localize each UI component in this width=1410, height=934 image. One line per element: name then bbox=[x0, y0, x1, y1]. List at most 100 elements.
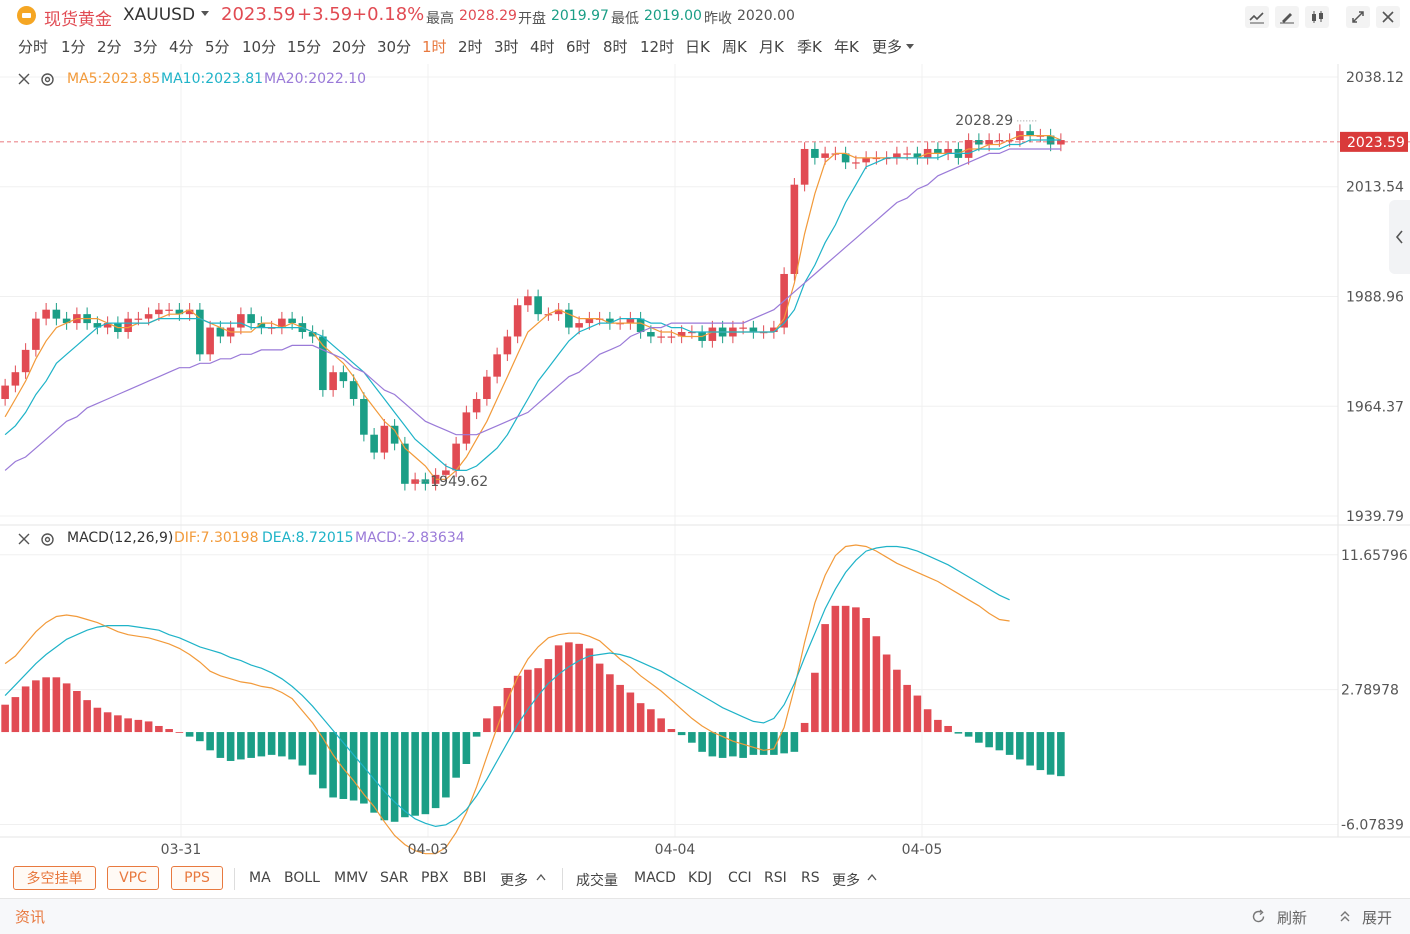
timeframe-quarter[interactable]: 季K bbox=[797, 36, 822, 57]
news-tab[interactable]: 资讯 bbox=[15, 906, 45, 927]
x-axis-label: 04-04 bbox=[655, 842, 696, 858]
candle-body bbox=[1057, 140, 1065, 145]
candle-body bbox=[42, 309, 50, 319]
vpc-button[interactable]: VPC bbox=[107, 866, 159, 890]
candle-body bbox=[1026, 131, 1034, 136]
dea-label: DEA:8.72015 bbox=[262, 530, 354, 546]
expand-button[interactable]: 展开 bbox=[1362, 907, 1392, 928]
timeframe-5m[interactable]: 5分 bbox=[205, 36, 230, 57]
sub-ind-kdj[interactable]: KDJ bbox=[688, 870, 712, 886]
ind-boll[interactable]: BOLL bbox=[284, 870, 320, 886]
candle-body bbox=[339, 372, 348, 382]
macd-bar bbox=[483, 718, 491, 733]
candle-body bbox=[811, 148, 819, 158]
timeframe-20m[interactable]: 20分 bbox=[332, 36, 366, 57]
timeframe-week[interactable]: 周K bbox=[722, 36, 747, 57]
sub-ind-volume[interactable]: 成交量 bbox=[576, 870, 618, 890]
candle-body bbox=[1, 385, 9, 399]
macd-bar bbox=[93, 707, 102, 733]
ind-ma[interactable]: MA bbox=[249, 870, 271, 886]
candle-body bbox=[124, 318, 132, 333]
macd-bar bbox=[288, 732, 296, 760]
refresh-button[interactable]: 刷新 bbox=[1277, 907, 1307, 928]
ind-bbi[interactable]: BBI bbox=[463, 870, 486, 886]
timeframe-8h[interactable]: 8时 bbox=[603, 36, 628, 57]
candle-body bbox=[503, 336, 512, 355]
candle-body bbox=[483, 376, 491, 399]
timeframe-day[interactable]: 日K bbox=[685, 36, 710, 57]
chevron-down-icon[interactable] bbox=[201, 11, 209, 16]
high-value: 2028.29 bbox=[459, 8, 517, 24]
timeframe-30m[interactable]: 30分 bbox=[377, 36, 411, 57]
pps-button[interactable]: PPS bbox=[171, 866, 223, 890]
candle-body bbox=[411, 479, 419, 484]
macd-bar bbox=[913, 695, 922, 733]
timeframe-year[interactable]: 年K bbox=[834, 36, 859, 57]
ma-line-ma10 bbox=[4, 139, 1061, 471]
timeframe-2h[interactable]: 2时 bbox=[458, 36, 483, 57]
settings-gear-icon[interactable] bbox=[40, 532, 55, 547]
macd-bar bbox=[155, 725, 163, 733]
ind-sar[interactable]: SAR bbox=[380, 870, 408, 886]
sub-ind-rs[interactable]: RS bbox=[801, 870, 820, 886]
close-indicator-icon[interactable] bbox=[17, 72, 31, 86]
timeframe-15m[interactable]: 15分 bbox=[287, 36, 321, 57]
candle-body bbox=[534, 296, 542, 315]
fullscreen-icon[interactable] bbox=[1346, 6, 1370, 28]
kline-chart[interactable]: 2038.12 2013.54 1988.96 1964.37 1939.79 2023.… bbox=[0, 64, 1410, 858]
macd-bar bbox=[32, 680, 40, 733]
timeframe-6h[interactable]: 6时 bbox=[566, 36, 591, 57]
candle-body bbox=[144, 314, 153, 319]
more-main-ind[interactable]: 更多 bbox=[500, 870, 528, 890]
timeframe-10m[interactable]: 10分 bbox=[242, 36, 276, 57]
ma5-label: MA5:2023.85 bbox=[67, 71, 161, 87]
more-sub-ind[interactable]: 更多 bbox=[832, 870, 860, 890]
timeframe-3h[interactable]: 3时 bbox=[494, 36, 519, 57]
x-axis-label: 04-05 bbox=[902, 842, 943, 858]
timeframe-more[interactable]: 更多 bbox=[872, 36, 902, 57]
sub-ind-rsi[interactable]: RSI bbox=[764, 870, 787, 886]
timeframe-month[interactable]: 月K bbox=[759, 36, 784, 57]
timeframe-2m[interactable]: 2分 bbox=[97, 36, 122, 57]
macd-bar bbox=[1036, 732, 1045, 771]
symbol-name[interactable]: 现货黄金 bbox=[44, 5, 112, 30]
macd-bar bbox=[831, 605, 840, 733]
macd-bar bbox=[1005, 732, 1014, 755]
timeframe-4h[interactable]: 4时 bbox=[530, 36, 555, 57]
macd-bar bbox=[185, 732, 194, 737]
sub-ind-macd[interactable]: MACD bbox=[634, 870, 676, 886]
timeframe-1m[interactable]: 1分 bbox=[61, 36, 86, 57]
macd-bar bbox=[626, 692, 635, 733]
timeframe-4m[interactable]: 4分 bbox=[169, 36, 194, 57]
side-panel-toggle[interactable] bbox=[1389, 200, 1410, 274]
macd-bar bbox=[216, 732, 225, 758]
settings-gear-icon[interactable] bbox=[40, 72, 55, 87]
draw-pen-icon[interactable] bbox=[1275, 6, 1299, 28]
macd-bar bbox=[257, 732, 266, 757]
candle-body bbox=[155, 309, 163, 315]
macd-bar bbox=[811, 672, 819, 733]
candle-style-icon[interactable] bbox=[1305, 6, 1329, 28]
chevron-up-icon bbox=[867, 874, 877, 881]
long-short-orders-button[interactable]: 多空挂单 bbox=[13, 866, 96, 890]
symbol-code[interactable]: XAUUSD bbox=[123, 5, 195, 25]
macd-bar bbox=[565, 642, 573, 733]
sub-ind-cci[interactable]: CCI bbox=[728, 870, 752, 886]
ind-pbx[interactable]: PBX bbox=[421, 870, 449, 886]
close-indicator-icon[interactable] bbox=[17, 532, 31, 546]
macd-bar bbox=[278, 732, 286, 757]
timeframe-12h[interactable]: 12时 bbox=[640, 36, 674, 57]
candle-body bbox=[288, 318, 296, 324]
candle-body bbox=[934, 148, 942, 154]
timeframe-1h[interactable]: 1时 bbox=[422, 36, 447, 57]
close-icon[interactable] bbox=[1376, 6, 1400, 28]
candle-body bbox=[32, 318, 40, 350]
timeframe-intraday[interactable]: 分时 bbox=[18, 36, 48, 57]
timeframe-3m[interactable]: 3分 bbox=[133, 36, 158, 57]
macd-bar bbox=[196, 732, 204, 742]
macd-bar bbox=[124, 718, 132, 733]
line-tool-icon[interactable] bbox=[1245, 6, 1269, 28]
macd-bar bbox=[800, 722, 809, 733]
macd-bar bbox=[595, 663, 604, 733]
ind-mmv[interactable]: MMV bbox=[334, 870, 368, 886]
